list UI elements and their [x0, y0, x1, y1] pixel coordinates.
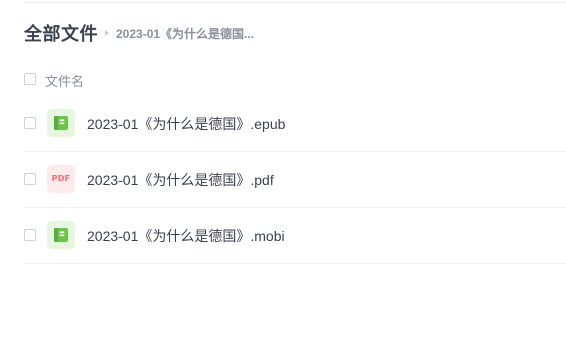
file-name[interactable]: 2023-01《为什么是德国》.pdf [87, 170, 274, 190]
pdf-icon-label: PDF [51, 174, 71, 183]
select-all-checkbox[interactable] [24, 73, 36, 85]
row-checkbox[interactable] [24, 117, 36, 129]
column-header-filename: 文件名 [45, 74, 85, 89]
file-name[interactable]: 2023-01《为什么是德国》.epub [87, 114, 285, 134]
file-row[interactable]: 2023-01《为什么是德国》.mobi [24, 207, 566, 264]
file-row[interactable]: 2023-01《为什么是德国》.epub [24, 95, 566, 152]
row-checkbox[interactable] [24, 229, 36, 241]
breadcrumb: 全部文件 2023-01《为什么是德国... [24, 22, 254, 44]
file-name[interactable]: 2023-01《为什么是德国》.mobi [87, 226, 285, 246]
row-checkbox[interactable] [24, 173, 36, 185]
file-row[interactable]: PDF 2023-01《为什么是德国》.pdf [24, 151, 566, 208]
breadcrumb-separator-icon [105, 30, 109, 36]
top-divider [24, 2, 566, 3]
breadcrumb-root-link[interactable]: 全部文件 [24, 20, 98, 46]
book-icon [47, 109, 75, 137]
book-icon [47, 221, 75, 249]
pdf-icon: PDF [47, 165, 75, 193]
breadcrumb-current-folder: 2023-01《为什么是德国... [116, 26, 255, 41]
file-browser: 全部文件 2023-01《为什么是德国... 文件名 2023-01《为什么是德… [0, 0, 566, 361]
